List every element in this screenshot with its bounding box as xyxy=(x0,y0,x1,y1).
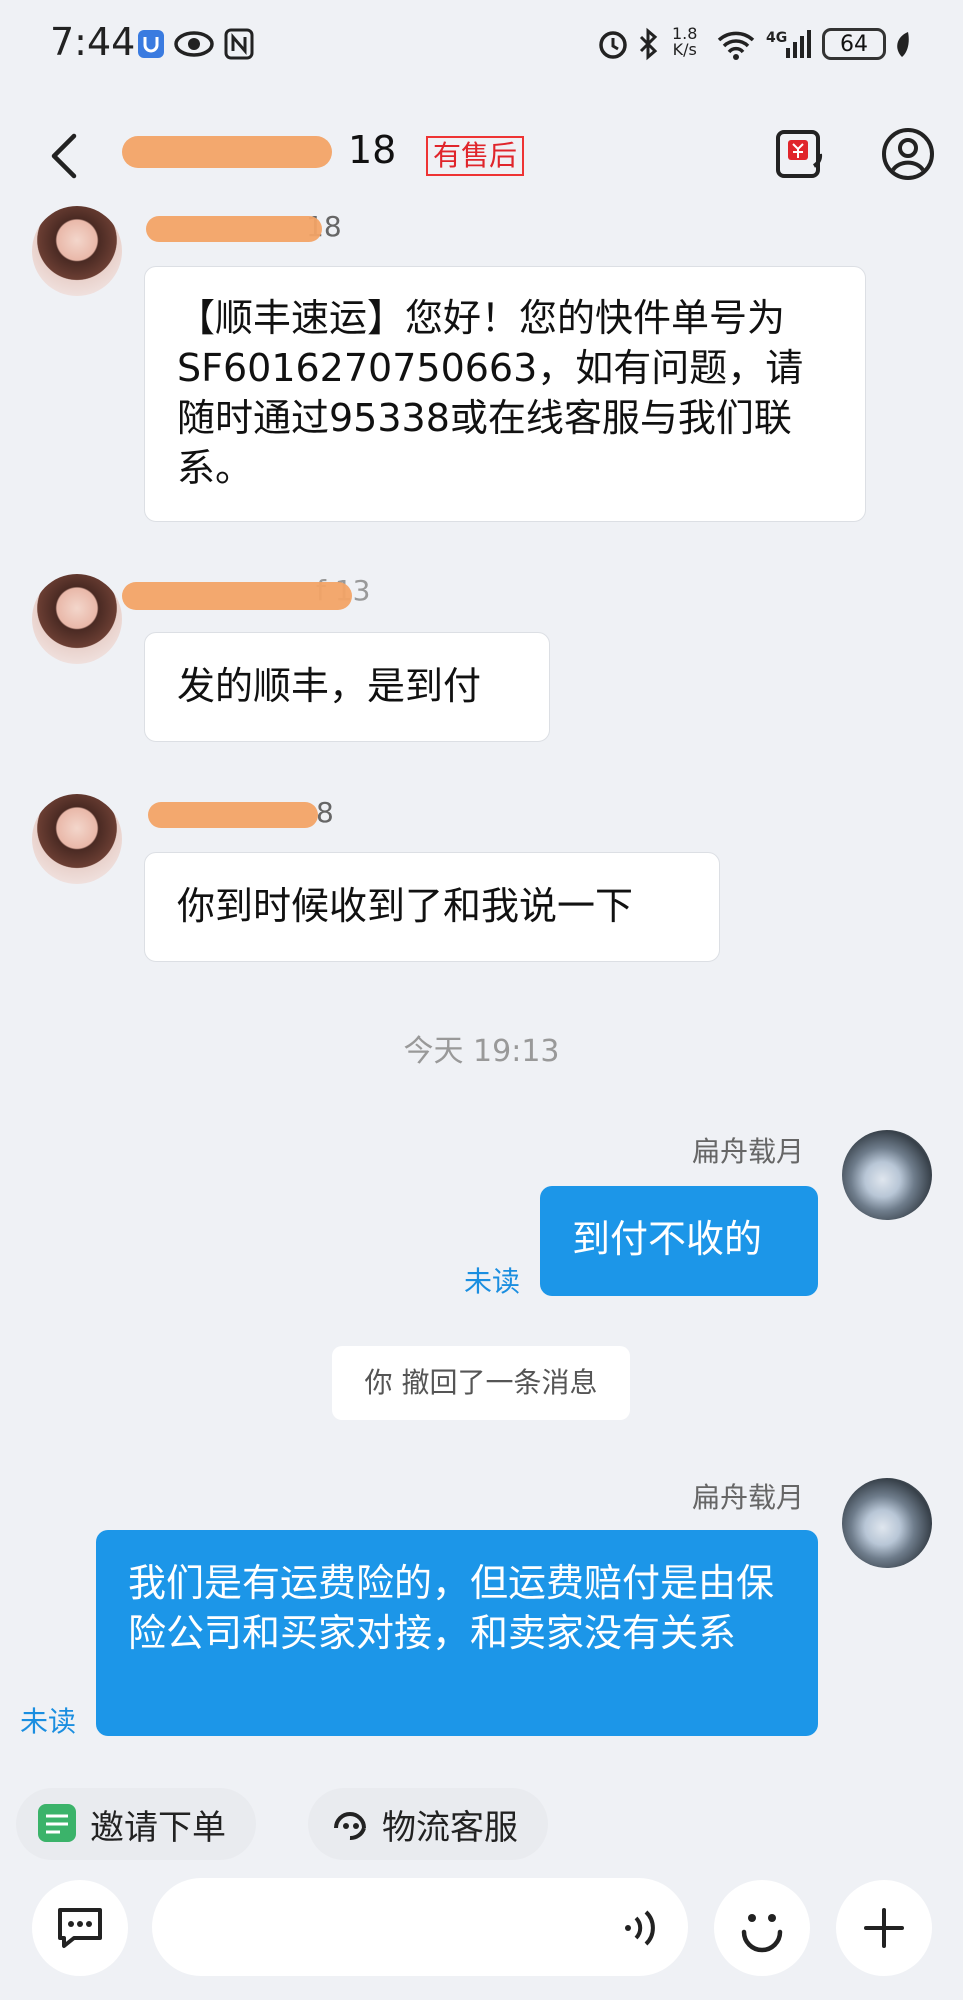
redaction-mark xyxy=(122,136,332,168)
bluetooth-icon xyxy=(636,26,660,62)
yuan-refresh-icon xyxy=(776,130,823,178)
redaction-mark xyxy=(146,216,322,242)
network-speed-unit: K/s xyxy=(672,40,697,59)
sender-name: 18 xyxy=(146,210,342,243)
user-icon xyxy=(882,128,934,180)
my-message-bubble[interactable]: 到付不收的 xyxy=(540,1186,818,1296)
more-button[interactable] xyxy=(836,1880,932,1976)
contact-name: 18 xyxy=(122,128,396,172)
profile-button[interactable] xyxy=(880,126,934,180)
my-avatar[interactable] xyxy=(842,1130,932,1220)
unread-label: 未读 xyxy=(20,1705,77,1738)
sender-name: 8 xyxy=(146,796,334,829)
invite-order-label: 邀请下单 xyxy=(90,1807,226,1848)
time-separator: 今天 19:13 xyxy=(403,1034,560,1069)
alarm-icon xyxy=(596,26,630,62)
app-notification-icon xyxy=(136,26,166,62)
wifi-icon xyxy=(716,26,756,62)
payment-button[interactable] xyxy=(774,128,828,182)
order-icon xyxy=(38,1804,76,1842)
battery-indicator: 64 xyxy=(822,28,886,60)
plus-icon xyxy=(864,1908,904,1948)
redaction-mark xyxy=(148,802,318,828)
message-bubble[interactable]: 【顺丰速运】您好！您的快件单号为SF6016270750663，如有问题，请随时… xyxy=(144,266,866,522)
recall-notice: 你 撤回了一条消息 xyxy=(332,1346,630,1420)
redaction-mark xyxy=(122,582,352,610)
quick-reply-button[interactable] xyxy=(32,1880,128,1976)
smiley-icon xyxy=(741,1914,783,1953)
sender-name: f 13 xyxy=(122,574,370,610)
headset-icon xyxy=(334,1812,366,1840)
logistics-service-button[interactable]: 物流客服 xyxy=(308,1788,548,1860)
my-name: 扁舟载月 xyxy=(692,1135,805,1168)
nfc-icon xyxy=(224,26,254,62)
message-bubble[interactable]: 你到时候收到了和我说一下 xyxy=(144,852,720,962)
sender-name-suffix: 8 xyxy=(316,796,334,829)
eye-icon xyxy=(174,26,214,62)
back-button[interactable] xyxy=(40,128,90,184)
signal-icon xyxy=(784,26,814,62)
after-sale-tag[interactable]: 有售后 xyxy=(426,136,525,176)
voice-icon xyxy=(625,1910,655,1946)
contact-name-suffix: 18 xyxy=(348,128,397,172)
message-input[interactable] xyxy=(152,1878,688,1976)
voice-button[interactable] xyxy=(620,1906,664,1954)
emoji-button[interactable] xyxy=(714,1880,810,1976)
chevron-left-icon xyxy=(51,133,77,179)
message-bubble[interactable]: 发的顺丰，是到付 xyxy=(144,632,550,742)
my-name: 扁舟载月 xyxy=(692,1481,805,1514)
status-bar: 7:44 1.8 K/s 4G 64 xyxy=(0,0,963,90)
unread-label: 未读 xyxy=(464,1265,521,1298)
invite-order-button[interactable]: 邀请下单 xyxy=(16,1788,256,1860)
my-message-bubble[interactable]: 我们是有运费险的，但运费赔付是由保险公司和买家对接，和卖家没有关系 xyxy=(96,1530,818,1736)
contact-avatar[interactable] xyxy=(32,206,122,296)
my-avatar[interactable] xyxy=(842,1478,932,1568)
logistics-service-label: 物流客服 xyxy=(382,1807,518,1848)
status-time: 7:44 xyxy=(50,20,136,64)
contact-avatar[interactable] xyxy=(32,574,122,664)
leaf-icon xyxy=(892,26,912,62)
chat-bubble-icon xyxy=(58,1908,102,1948)
network-speed: 1.8 K/s xyxy=(672,26,697,58)
contact-avatar[interactable] xyxy=(32,794,122,884)
